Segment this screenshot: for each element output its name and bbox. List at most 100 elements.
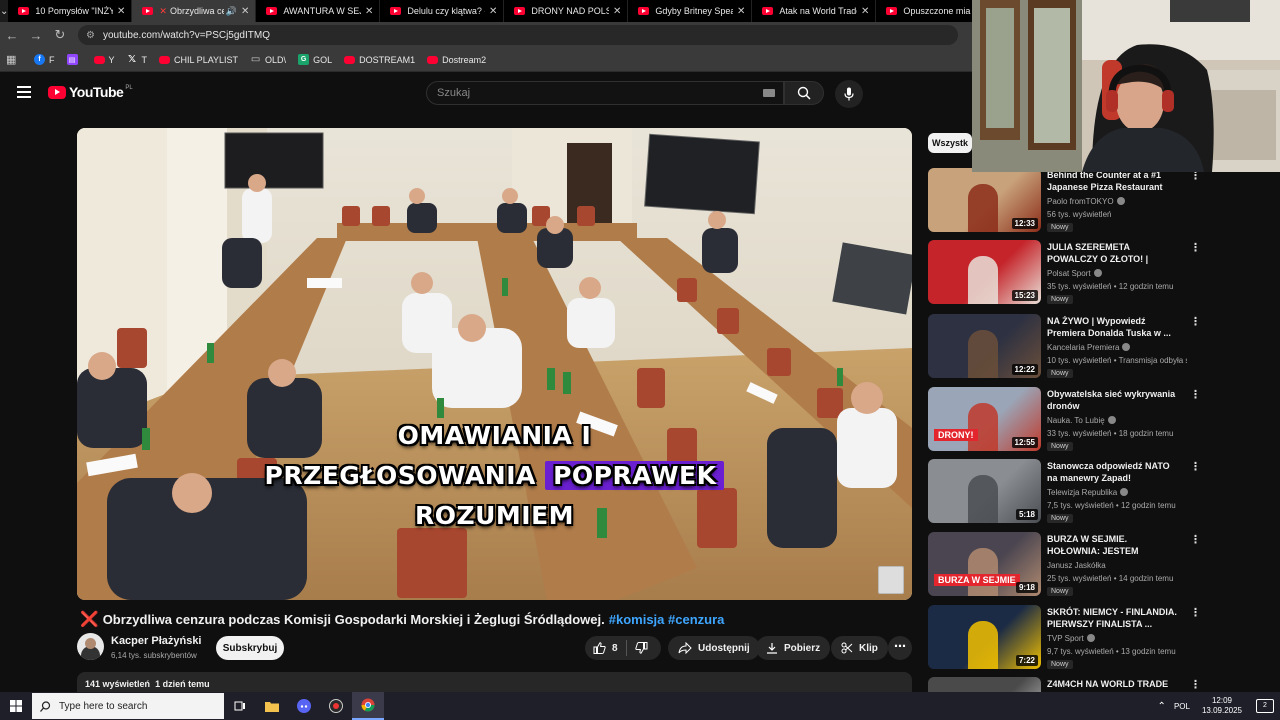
address-bar[interactable]: ⚙ youtube.com/watch?v=PSCj5gdITMQ [78, 25, 958, 45]
more-options-icon[interactable]: ⋮ [1190, 678, 1201, 691]
tab-search-chevron-icon[interactable]: ⌄ [0, 0, 9, 22]
recommended-video[interactable]: 7:22 SKRÓT: NIEMCY - FINLANDIA. PIERWSZY … [928, 605, 1280, 671]
search-input[interactable]: Szukaj [426, 81, 784, 105]
share-button[interactable]: Udostępnij [668, 636, 760, 660]
recommended-title[interactable]: Z4M4CH NA WORLD TRADE [1047, 678, 1179, 690]
tab-close-icon[interactable]: ✕ [365, 6, 373, 17]
forward-arrow-icon[interactable]: → [24, 28, 48, 43]
recommended-channel[interactable]: Kancelaria Premiera [1047, 343, 1131, 352]
bookmark-label: Y [108, 54, 115, 65]
video-thumbnail[interactable]: DRONY! 12:55 [928, 387, 1041, 451]
like-button[interactable]: 8 [585, 636, 626, 660]
more-options-icon[interactable]: ⋮ [1190, 241, 1201, 254]
tab-close-icon[interactable]: ✕ [613, 6, 621, 17]
recommended-channel[interactable]: Paolo fromTOKYO [1047, 197, 1125, 206]
more-actions-icon[interactable]: ⋯ [888, 636, 912, 660]
bookmark-item[interactable]: fF [34, 54, 55, 65]
notification-center-icon[interactable]: 2 [1256, 699, 1274, 713]
voice-search-button[interactable] [835, 80, 863, 108]
dislike-button[interactable] [627, 636, 656, 660]
bookmark-item[interactable]: ▤ [66, 54, 82, 65]
tab-close-icon[interactable]: ✕ [861, 6, 869, 17]
tray-chevron-up-icon[interactable]: ⌃ [1158, 701, 1166, 712]
more-options-icon[interactable]: ⋮ [1190, 460, 1201, 473]
recommended-channel[interactable]: TVP Sport [1047, 634, 1095, 643]
task-view-icon[interactable] [224, 692, 256, 720]
recommended-title[interactable]: JULIA SZEREMETA POWALCZY O ZŁOTO! | POLK… [1047, 241, 1179, 265]
bookmark-item[interactable]: 𝕏T [127, 54, 147, 65]
bookmark-item[interactable]: ▭ OLD\ [250, 54, 286, 65]
more-options-icon[interactable]: ⋮ [1190, 533, 1201, 546]
language-indicator[interactable]: POL [1174, 702, 1190, 711]
tab-close-icon[interactable]: ✕ [489, 6, 497, 17]
recommended-title[interactable]: NA ŻYWO | Wypowiedź Premiera Donalda Tus… [1047, 315, 1179, 339]
recommended-video[interactable]: 12:33 Behind the Counter at a #1 Japanese… [928, 168, 1280, 234]
bookmark-item[interactable]: Y [93, 54, 115, 65]
video-duration: 12:22 [1011, 364, 1038, 375]
video-thumbnail[interactable]: 15:23 [928, 240, 1041, 304]
more-options-icon[interactable]: ⋮ [1190, 388, 1201, 401]
recommended-channel[interactable]: Polsat Sport [1047, 269, 1102, 278]
browser-tab[interactable]: 10 Pomysłów "INŻYNI ✕ [8, 0, 133, 22]
tab-close-icon[interactable]: ✕ [737, 6, 745, 17]
start-button[interactable] [0, 692, 32, 720]
back-arrow-icon[interactable]: ← [0, 28, 24, 43]
browser-tab[interactable]: DRONY NAD POLSKĄ ✕ [504, 0, 629, 22]
thumbnail-figure [968, 330, 998, 378]
browser-tab[interactable]: Delulu czy klątwa? - W ✕ [380, 0, 505, 22]
browser-tab[interactable]: Gdyby Britney Spears ✕ [628, 0, 753, 22]
keyboard-icon[interactable] [763, 89, 775, 97]
bookmark-item[interactable]: CHIL PLAYLIST [159, 54, 238, 65]
video-thumbnail[interactable]: 7:22 [928, 605, 1041, 669]
speaker-icon[interactable]: 🔊 [226, 6, 237, 17]
site-info-icon[interactable]: ⚙ [86, 30, 95, 41]
chrome-app-icon[interactable] [352, 692, 384, 720]
download-button[interactable]: Pobierz [756, 636, 831, 660]
chip-all[interactable]: Wszystk [928, 133, 973, 153]
channel-avatar[interactable] [77, 633, 104, 660]
taskbar-search-input[interactable]: Type here to search [32, 693, 224, 719]
recommended-channel[interactable]: Janusz Jaskółka [1047, 561, 1106, 570]
recommended-title[interactable]: SKRÓT: NIEMCY - FINLANDIA. PIERWSZY FINA… [1047, 606, 1179, 630]
bookmark-item[interactable]: Dostream2 [427, 54, 486, 65]
video-thumbnail[interactable]: 12:22 [928, 314, 1041, 378]
clip-button[interactable]: Klip [831, 636, 888, 660]
video-hashtags[interactable]: #komisja #cenzura [609, 612, 725, 627]
more-options-icon[interactable]: ⋮ [1190, 315, 1201, 328]
menu-icon[interactable] [17, 86, 31, 98]
recommended-video[interactable]: DRONY! 12:55 Obywatelska sieć wykrywania d… [928, 387, 1280, 453]
recommended-title[interactable]: Stanowcza odpowiedź NATO na manewry Zapa… [1047, 460, 1179, 484]
video-thumbnail[interactable]: 12:33 [928, 168, 1041, 232]
recommended-title[interactable]: Obywatelska sieć wykrywania dronów [1047, 388, 1179, 412]
video-thumbnail[interactable]: 5:18 [928, 459, 1041, 523]
video-thumbnail[interactable]: BURZA W SEJMIE 9:18 [928, 532, 1041, 596]
tab-close-icon[interactable]: ✕ [241, 6, 249, 17]
channel-name[interactable]: Kacper Płażyński [111, 635, 202, 647]
more-options-icon[interactable]: ⋮ [1190, 606, 1201, 619]
recommended-video[interactable]: 5:18 Stanowcza odpowiedź NATO na manewry … [928, 459, 1280, 525]
video-player[interactable]: OMAWIANIA I PRZEGŁOSOWANIA POPRAWEK ROZU… [77, 128, 912, 600]
browser-tab[interactable]: AWANTURA W SEJMI ✕ [256, 0, 381, 22]
system-clock[interactable]: 12:09 13.09.2025 [1202, 696, 1242, 716]
recommended-channel[interactable]: Telewizja Republika [1047, 488, 1129, 497]
recommended-video[interactable]: 12:22 NA ŻYWO | Wypowiedź Premiera Donald… [928, 314, 1280, 380]
browser-tab[interactable]: Atak na World Trade ✕ [752, 0, 877, 22]
bookmark-item[interactable]: DOSTREAM1 [344, 54, 415, 65]
tab-close-icon[interactable]: ✕ [117, 6, 125, 17]
recommended-video[interactable]: 15:23 JULIA SZEREMETA POWALCZY O ZŁOTO! |… [928, 240, 1280, 306]
search-button[interactable] [784, 81, 824, 105]
recommended-channel[interactable]: Nauka. To Lubię [1047, 416, 1116, 425]
streaming-app-icon[interactable] [320, 692, 352, 720]
recommended-title[interactable]: Behind the Counter at a #1 Japanese Pizz… [1047, 169, 1179, 193]
browser-tab[interactable]: ✕Obrzydliwa cenz🔊✕ [132, 0, 257, 22]
recommended-video[interactable]: BURZA W SEJMIE 9:18 BURZA W SEJMIE. HOŁOWN… [928, 532, 1280, 598]
subscribe-button[interactable]: Subskrybuj [216, 636, 284, 660]
apps-grid-icon[interactable]: ▦ [6, 53, 20, 66]
bookmark-item[interactable]: G GOL [298, 54, 332, 65]
tab-title: AWANTURA W SEJMI [283, 6, 361, 16]
discord-app-icon[interactable] [288, 692, 320, 720]
recommended-title[interactable]: BURZA W SEJMIE. HOŁOWNIA: JESTEM ZDUMION… [1047, 533, 1179, 557]
reload-icon[interactable]: ↻ [48, 27, 72, 43]
file-explorer-icon[interactable] [256, 692, 288, 720]
youtube-logo[interactable]: YouTube PL [48, 84, 133, 100]
